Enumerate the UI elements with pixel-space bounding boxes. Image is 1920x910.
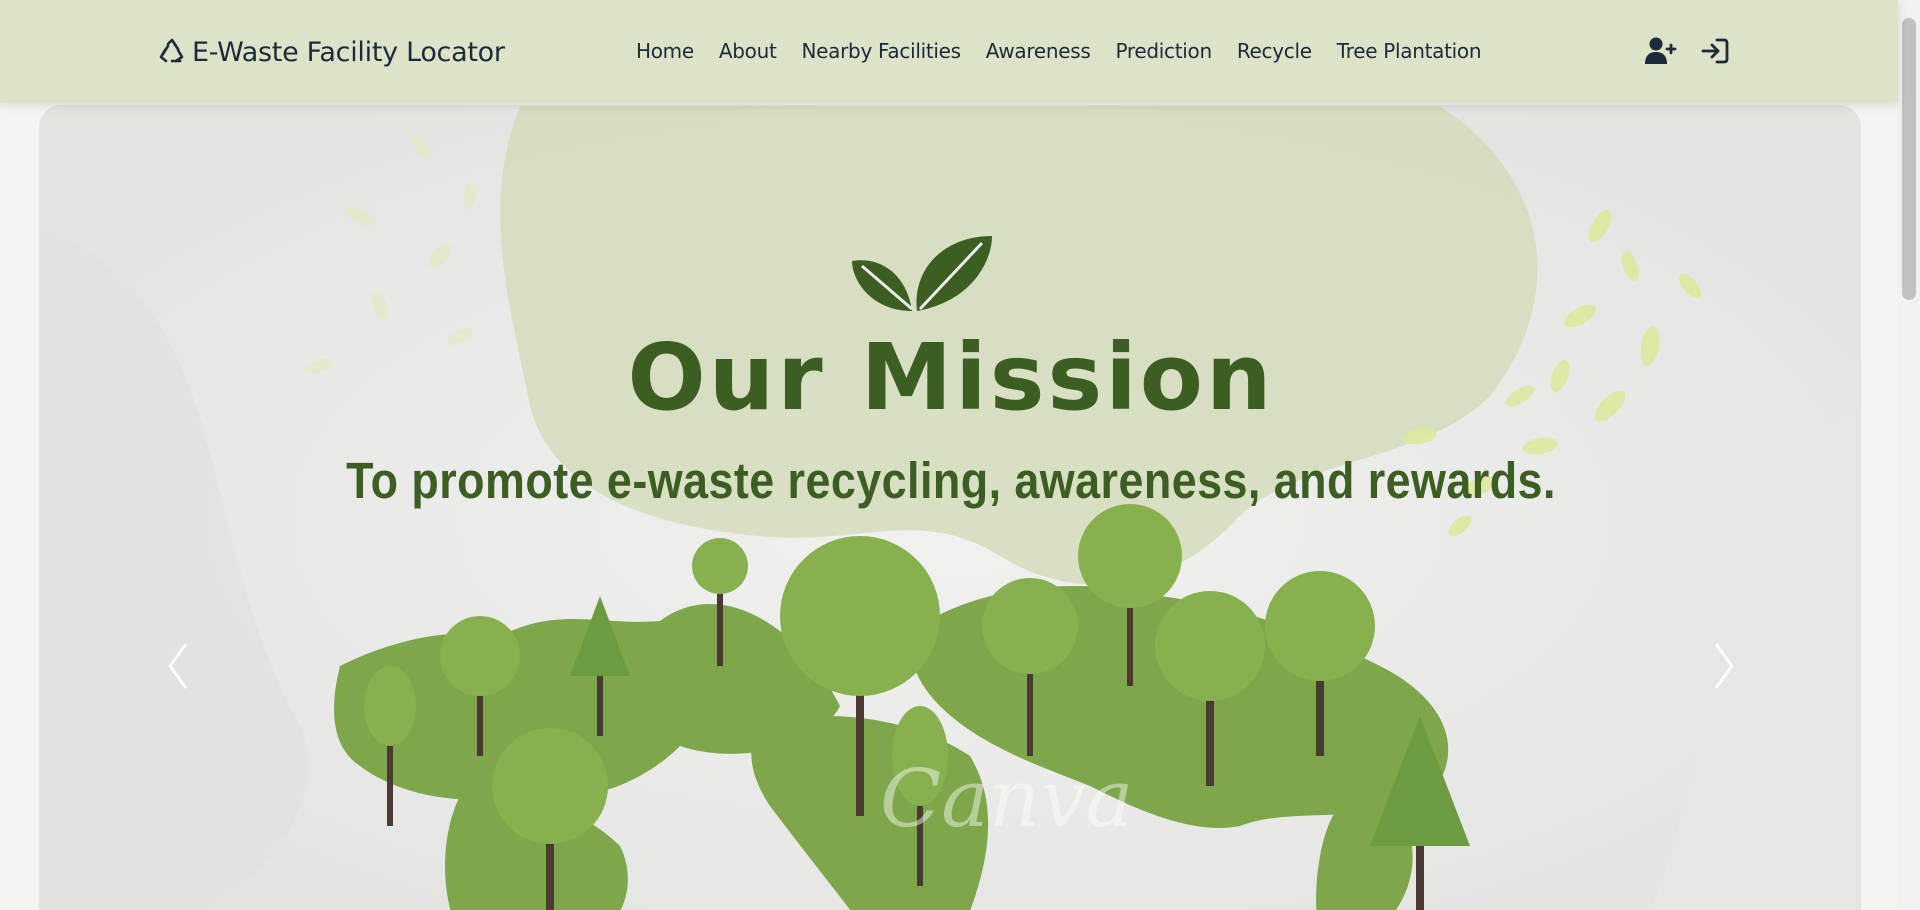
brand-link[interactable]: E-Waste Facility Locator [158,34,505,70]
nav-link-awareness[interactable]: Awareness [986,36,1091,66]
sign-in-icon[interactable] [1700,36,1734,66]
recycle-icon [159,38,184,63]
nav-link-about[interactable]: About [719,36,777,66]
chevron-right-icon [1714,643,1734,689]
scrollbar-thumb[interactable] [1902,18,1916,300]
page-scrollbar[interactable] [1898,0,1920,910]
nav-link-prediction[interactable]: Prediction [1115,36,1212,66]
hero-subtitle: To promote e-waste recycling, awareness,… [346,452,1556,509]
svg-text:Canva: Canva [880,752,1133,845]
nav-actions [1644,36,1734,66]
carousel-next-button[interactable] [1704,636,1744,696]
nav-link-tree-plantation[interactable]: Tree Plantation [1337,36,1482,66]
nav-link-recycle[interactable]: Recycle [1237,36,1312,66]
user-plus-icon[interactable] [1644,36,1678,66]
carousel-prev-button[interactable] [158,636,198,696]
chevron-left-icon [168,643,188,689]
top-navbar: E-Waste Facility Locator Home About Near… [0,0,1898,103]
hero-title: Our Mission [627,324,1275,431]
brand-title: E-Waste Facility Locator [192,36,505,68]
main-nav: Home About Nearby Facilities Awareness P… [636,36,1482,66]
nav-link-nearby-facilities[interactable]: Nearby Facilities [802,36,962,66]
hero-carousel: Canva Our Mission To promote e-waste rec… [39,105,1861,910]
nav-link-home[interactable]: Home [636,36,694,66]
